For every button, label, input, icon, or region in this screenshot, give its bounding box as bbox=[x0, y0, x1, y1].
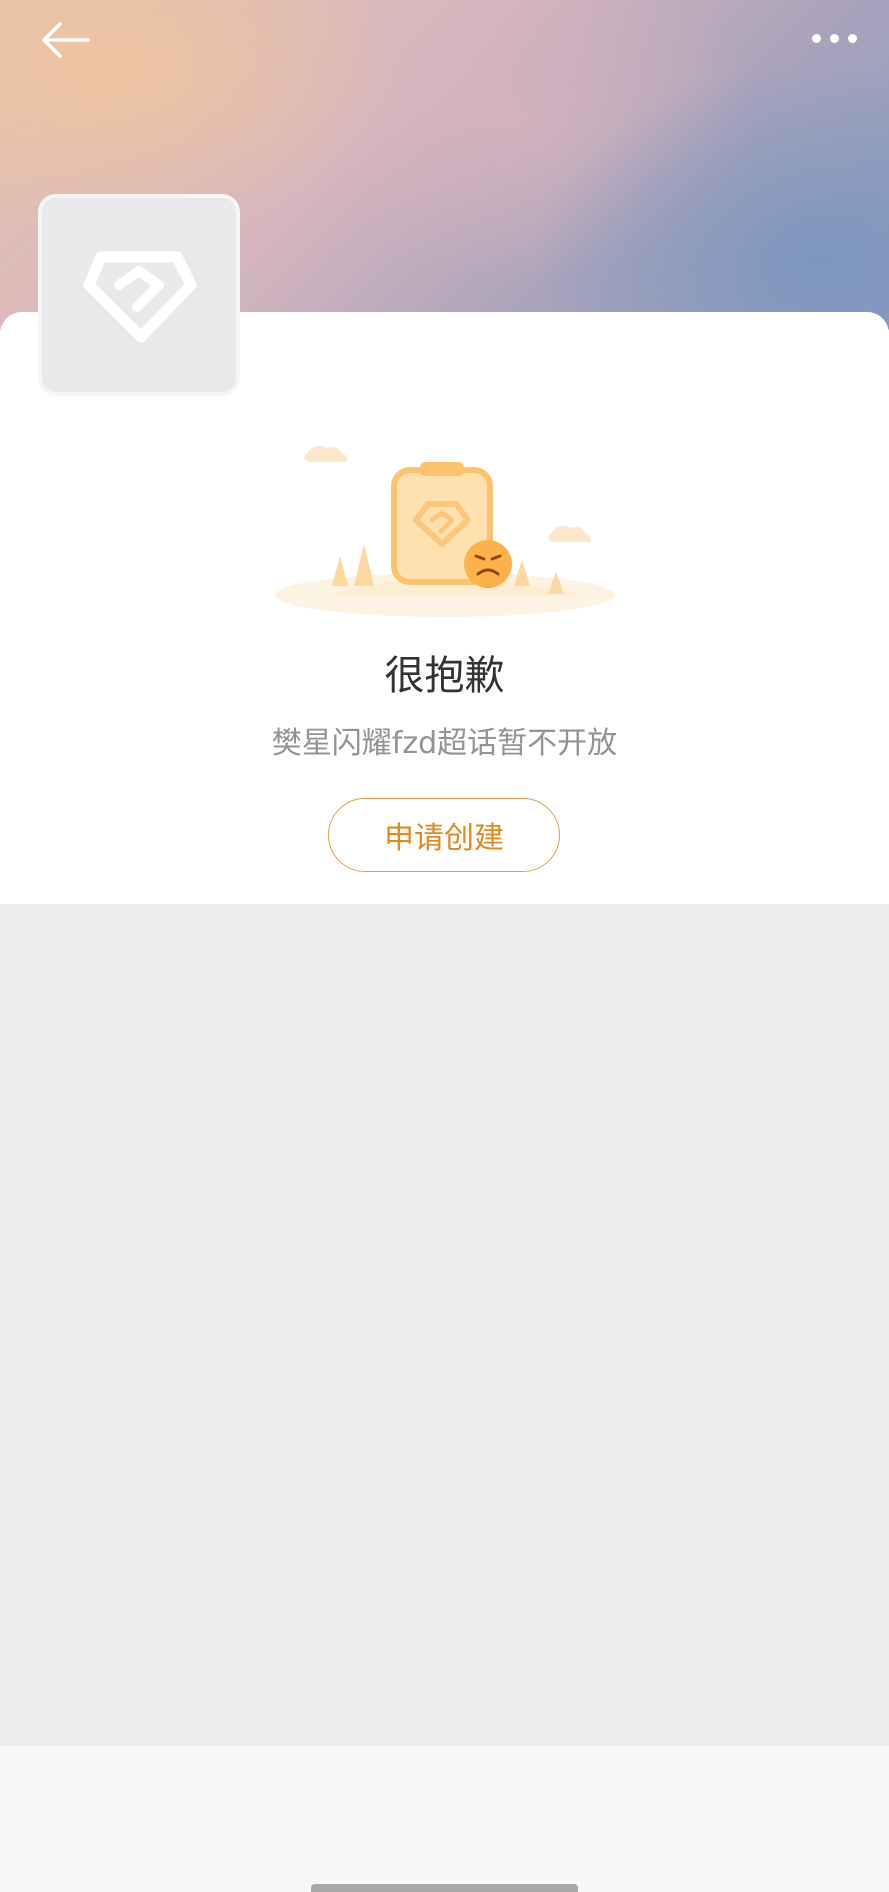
apply-create-button[interactable]: 申请创建 bbox=[328, 798, 560, 872]
more-dots-icon bbox=[829, 33, 839, 43]
home-indicator[interactable] bbox=[311, 1884, 578, 1892]
diamond-icon bbox=[83, 251, 197, 343]
bottom-bar bbox=[0, 1746, 889, 1892]
more-dots-icon bbox=[847, 33, 857, 43]
topic-avatar bbox=[38, 194, 240, 396]
empty-content-area bbox=[0, 904, 889, 1746]
empty-state-message: 樊星闪耀fzd超话暂不开放 bbox=[271, 726, 618, 761]
more-dots-icon bbox=[811, 33, 821, 43]
arrow-left-icon bbox=[42, 22, 90, 58]
clipboard-sad-face-illustration bbox=[275, 445, 615, 617]
more-button[interactable] bbox=[799, 18, 869, 58]
empty-state-title: 很抱歉 bbox=[384, 653, 505, 699]
back-button[interactable] bbox=[30, 12, 100, 68]
